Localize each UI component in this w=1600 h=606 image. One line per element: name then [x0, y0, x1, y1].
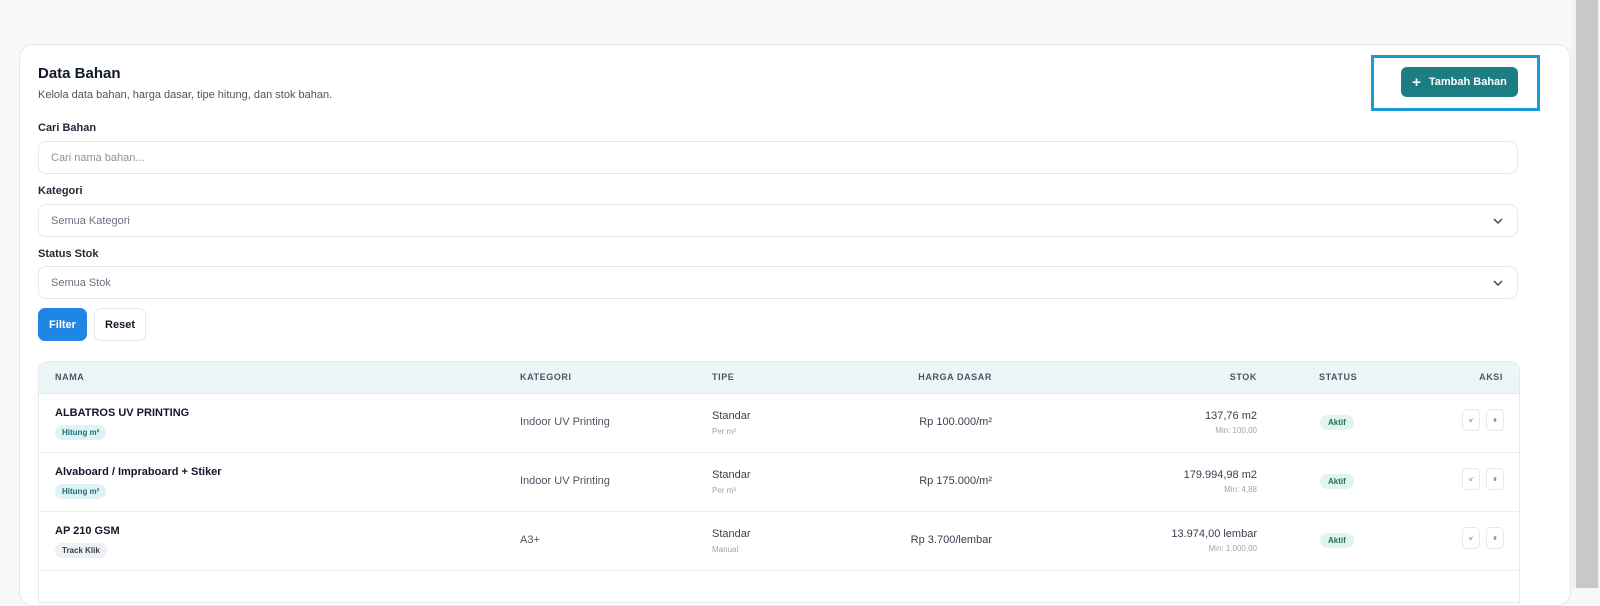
material-type-sub: Per m²: [712, 486, 736, 495]
trash-icon: [1493, 477, 1497, 481]
column-header-price: HARGA DASAR: [918, 372, 992, 382]
material-price: Rp 175.000/m²: [919, 475, 992, 487]
status-badge: Aktif: [1320, 415, 1354, 430]
table-row: AP 210 GSM Track Klik A3+ Standar Manual…: [39, 512, 1519, 571]
edit-icon: [1469, 477, 1473, 481]
delete-button[interactable]: [1486, 527, 1504, 549]
calc-tag: Hitung m²: [55, 484, 107, 499]
status-badge: Aktif: [1320, 474, 1354, 489]
reset-button[interactable]: Reset: [94, 308, 146, 341]
search-label: Cari Bahan: [38, 122, 97, 134]
material-category: Indoor UV Printing: [520, 416, 610, 428]
page-title: Data Bahan: [38, 65, 121, 82]
edit-button[interactable]: [1462, 468, 1480, 490]
material-type: Standar: [712, 528, 751, 540]
status-badge: Aktif: [1320, 533, 1354, 548]
trash-icon: [1493, 418, 1497, 422]
column-header-name: NAMA: [55, 372, 85, 382]
column-header-category: KATEGORI: [520, 372, 572, 382]
material-price: Rp 3.700/lembar: [910, 534, 992, 546]
material-stock: 179.994,98 m2: [1183, 469, 1257, 481]
track-click-tag: Track Klik: [55, 543, 107, 558]
edit-button[interactable]: [1462, 409, 1480, 431]
table-header: NAMA KATEGORI TIPE HARGA DASAR STOK STAT…: [39, 362, 1519, 394]
material-category: Indoor UV Printing: [520, 475, 610, 487]
material-name: AP 210 GSM: [55, 525, 120, 537]
material-stock: 13.974,00 lembar: [1171, 528, 1257, 540]
chevron-down-icon: [1493, 280, 1503, 286]
edit-button[interactable]: [1462, 527, 1480, 549]
add-material-button-label: Tambah Bahan: [1428, 76, 1507, 88]
column-header-type: TIPE: [712, 372, 735, 382]
material-price: Rp 100.000/m²: [919, 416, 992, 428]
trash-icon: [1493, 536, 1497, 540]
page-scrollbar-track[interactable]: [1572, 0, 1600, 588]
material-type: Standar: [712, 469, 751, 481]
column-header-status: STATUS: [1319, 372, 1358, 382]
material-category: A3+: [520, 534, 540, 546]
table-row: Alvaboard / Impraboard + Stiker Hitung m…: [39, 453, 1519, 512]
page-scrollbar-thumb[interactable]: [1576, 0, 1598, 588]
delete-button[interactable]: [1486, 409, 1504, 431]
stock-status-label: Status Stok: [38, 248, 99, 260]
category-select[interactable]: Semua Kategori: [38, 204, 1518, 237]
edit-icon: [1469, 418, 1473, 422]
delete-button[interactable]: [1486, 468, 1504, 490]
material-stock-min: Min: 1.000,00: [1208, 544, 1257, 553]
material-type-sub: Per m²: [712, 427, 736, 436]
materials-table: NAMA KATEGORI TIPE HARGA DASAR STOK STAT…: [38, 361, 1520, 603]
material-name: Alvaboard / Impraboard + Stiker: [55, 466, 222, 478]
filter-button[interactable]: Filter: [38, 308, 87, 341]
page-subtitle: Kelola data bahan, harga dasar, tipe hit…: [38, 89, 333, 101]
table-row: [39, 571, 1519, 602]
calc-tag: Hitung m²: [55, 425, 107, 440]
material-type: Standar: [712, 410, 751, 422]
material-stock-min: Min: 100,00: [1215, 426, 1257, 435]
material-name: ALBATROS UV PRINTING: [55, 407, 190, 419]
search-input[interactable]: [38, 141, 1518, 174]
category-select-value: Semua Kategori: [51, 214, 130, 227]
stock-status-select-value: Semua Stok: [51, 276, 111, 289]
add-material-button[interactable]: + Tambah Bahan: [1401, 67, 1518, 97]
column-header-actions: AKSI: [1479, 372, 1503, 382]
category-label: Kategori: [38, 185, 83, 197]
plus-icon: +: [1412, 73, 1421, 91]
table-row: ALBATROS UV PRINTING Hitung m² Indoor UV…: [39, 394, 1519, 453]
material-stock-min: Min: 4,88: [1224, 485, 1257, 494]
edit-icon: [1469, 536, 1473, 540]
chevron-down-icon: [1493, 218, 1503, 224]
material-type-sub: Manual: [712, 545, 739, 554]
stock-status-select[interactable]: Semua Stok: [38, 266, 1518, 299]
column-header-stock: STOK: [1229, 372, 1257, 382]
material-stock: 137,76 m2: [1205, 410, 1257, 422]
